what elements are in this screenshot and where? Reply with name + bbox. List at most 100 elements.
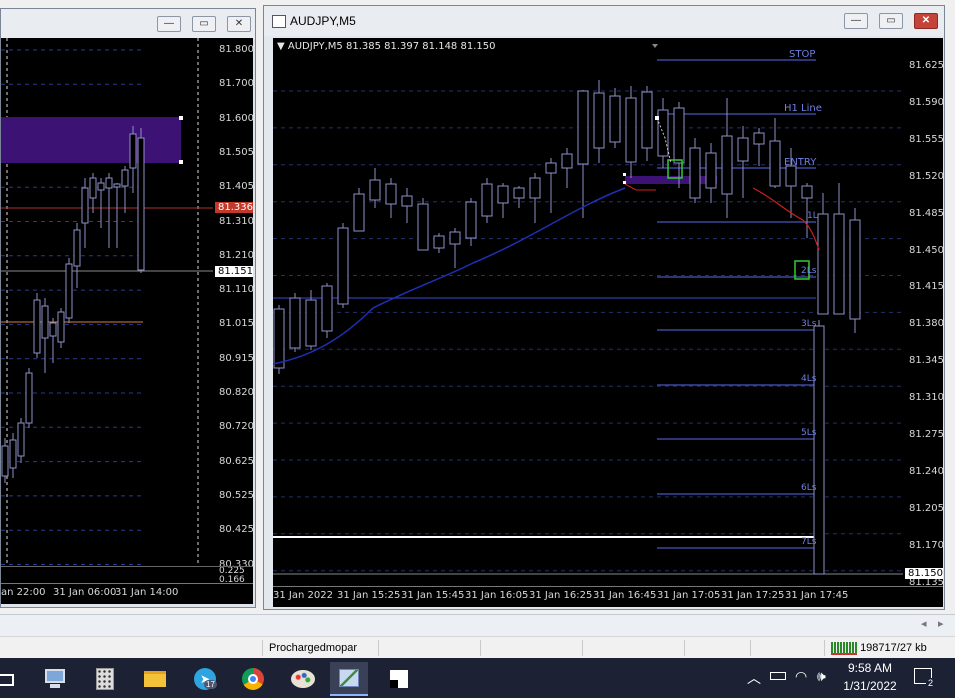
candle — [833, 213, 845, 315]
candle — [1, 445, 9, 477]
candle — [497, 185, 509, 204]
candle — [849, 219, 861, 320]
candle — [545, 162, 557, 174]
candle — [137, 137, 145, 271]
candle — [561, 153, 573, 169]
candle — [577, 90, 589, 165]
taskbar-calculator[interactable] — [86, 662, 124, 696]
candle — [369, 179, 381, 201]
wifi-icon[interactable]: ◠ — [795, 668, 807, 685]
candle — [17, 422, 25, 457]
maximize-button[interactable]: ▭ — [192, 16, 216, 32]
candle — [33, 299, 41, 354]
red-stop-line — [624, 183, 656, 191]
taskbar-computer[interactable] — [36, 662, 74, 696]
candle — [529, 177, 541, 199]
level-3ls-label: 3Ls — [801, 319, 817, 329]
level-1l-label: 1L — [807, 211, 818, 221]
maximize-button[interactable]: ▭ — [879, 13, 903, 29]
price-scale-label: 81.625 — [909, 60, 943, 71]
close-button[interactable]: ✕ — [914, 13, 938, 29]
minimize-button[interactable]: — — [844, 13, 868, 29]
time-label: 31 Jan 15:45 — [401, 590, 465, 601]
taskbar-paint[interactable] — [284, 662, 322, 696]
candle — [609, 95, 621, 143]
clock-time: 9:58 AM — [847, 661, 893, 675]
status-cell — [480, 640, 582, 656]
price-scale-label: 81.310 — [219, 215, 253, 227]
price-scale-label: 81.555 — [909, 133, 943, 145]
candle — [673, 107, 685, 164]
candle — [321, 285, 333, 332]
price-scale-label: 80.625 — [219, 455, 253, 467]
price-scale-label: 80.330 — [219, 558, 253, 567]
time-label: 31 Jan 15:25 — [337, 590, 401, 601]
close-button[interactable]: ✕ — [227, 16, 251, 32]
time-label: 31 Jan 17:05 — [657, 590, 721, 601]
status-cell — [582, 640, 684, 656]
volume-icon[interactable]: 🕪 — [817, 668, 826, 685]
taskbar-file-explorer[interactable] — [136, 662, 174, 696]
candle — [353, 193, 365, 232]
clock[interactable]: 9:58 AM 1/31/2022 — [840, 661, 900, 693]
time-label: 31 Jan 16:25 — [529, 590, 593, 601]
taskbar-chrome[interactable] — [234, 662, 272, 696]
chart-shift-marker — [652, 44, 658, 48]
candle — [481, 183, 493, 217]
connection-status[interactable]: 198717/27 kb — [824, 640, 955, 656]
start-button[interactable] — [0, 662, 20, 696]
right-price-chart[interactable]: ▼ AUDJPY,M5 81.385 81.397 81.148 81.150 … — [273, 38, 903, 586]
battery-icon[interactable] — [770, 672, 786, 680]
right-chart-window[interactable]: AUDJPY,M5 — ▭ ✕ ▼ AUDJPY,M5 81.385 81.39… — [263, 5, 945, 610]
candle — [129, 133, 137, 169]
candle — [57, 311, 65, 343]
line-handle — [655, 116, 659, 120]
price-scale-label: 80.720 — [219, 421, 253, 433]
taskbar-notepad[interactable] — [380, 662, 418, 696]
left-price-chart[interactable] — [1, 38, 213, 566]
chrome-center-icon — [248, 674, 258, 684]
candle — [769, 140, 781, 187]
status-cell — [750, 640, 827, 656]
tabs-scroll-right[interactable]: ▸ — [938, 617, 944, 630]
candle — [449, 231, 461, 245]
left-price-scale[interactable]: 81.800 81.700 81.600 81.505 81.405 81.310 81.2… — [213, 38, 253, 566]
taskbar-telegram[interactable]: ➤ 17 — [186, 662, 224, 696]
status-bar: Prochargedmopar 198717/27 kb — [0, 636, 955, 659]
right-price-scale[interactable]: 81.625 81.590 81.555 81.520 81.485 81.450 81.4… — [903, 38, 943, 586]
left-time-scale: an 22:00 31 Jan 06:00 31 Jan 14:00 — [1, 583, 253, 604]
candle — [41, 305, 49, 339]
price-scale-label: 81.275 — [909, 429, 943, 440]
zone-handle — [179, 160, 183, 164]
left-chart-window[interactable]: — ▭ ✕ 81.800 81.700 81.600 81.505 81.405 81.3… — [0, 8, 256, 608]
left-window-titlebar[interactable]: — ▭ ✕ — [1, 9, 255, 39]
traffic-text: 198717/27 kb — [860, 642, 927, 654]
price-scale-label: 81.240 — [909, 465, 943, 477]
telegram-badge: 17 — [204, 680, 217, 689]
price-scale-label: 81.015 — [219, 318, 253, 330]
chart-menu-triangle-icon[interactable]: ▼ — [277, 41, 285, 52]
price-scale-label: 81.520 — [909, 170, 943, 182]
time-label: 31 Jan 06:00 — [53, 587, 117, 598]
minimize-button[interactable]: — — [157, 16, 181, 32]
show-hidden-icons-chevron-icon[interactable]: ︿ — [747, 668, 761, 688]
candle — [705, 152, 717, 189]
candle — [433, 235, 445, 249]
entry-zone — [625, 176, 717, 184]
candle — [113, 183, 121, 188]
paint-palette-icon — [291, 670, 315, 688]
candle — [689, 147, 701, 199]
price-scale-label: 81.345 — [909, 355, 943, 367]
price-scale-label: 81.380 — [909, 318, 943, 330]
tabs-scroll-left[interactable]: ◂ — [921, 617, 927, 630]
taskbar-metatrader[interactable] — [330, 662, 368, 696]
candle — [273, 308, 285, 369]
candle — [9, 439, 17, 469]
connection-bars-icon — [831, 641, 857, 655]
candle — [305, 299, 317, 347]
candle — [97, 182, 105, 191]
price-scale-label: 81.415 — [909, 281, 943, 293]
right-window-titlebar[interactable]: AUDJPY,M5 — ▭ ✕ — [264, 6, 944, 36]
right-time-scale: 31 Jan 2022 31 Jan 15:25 31 Jan 15:45 31 Ja… — [273, 586, 943, 607]
price-scale-label: 81.405 — [219, 181, 253, 193]
